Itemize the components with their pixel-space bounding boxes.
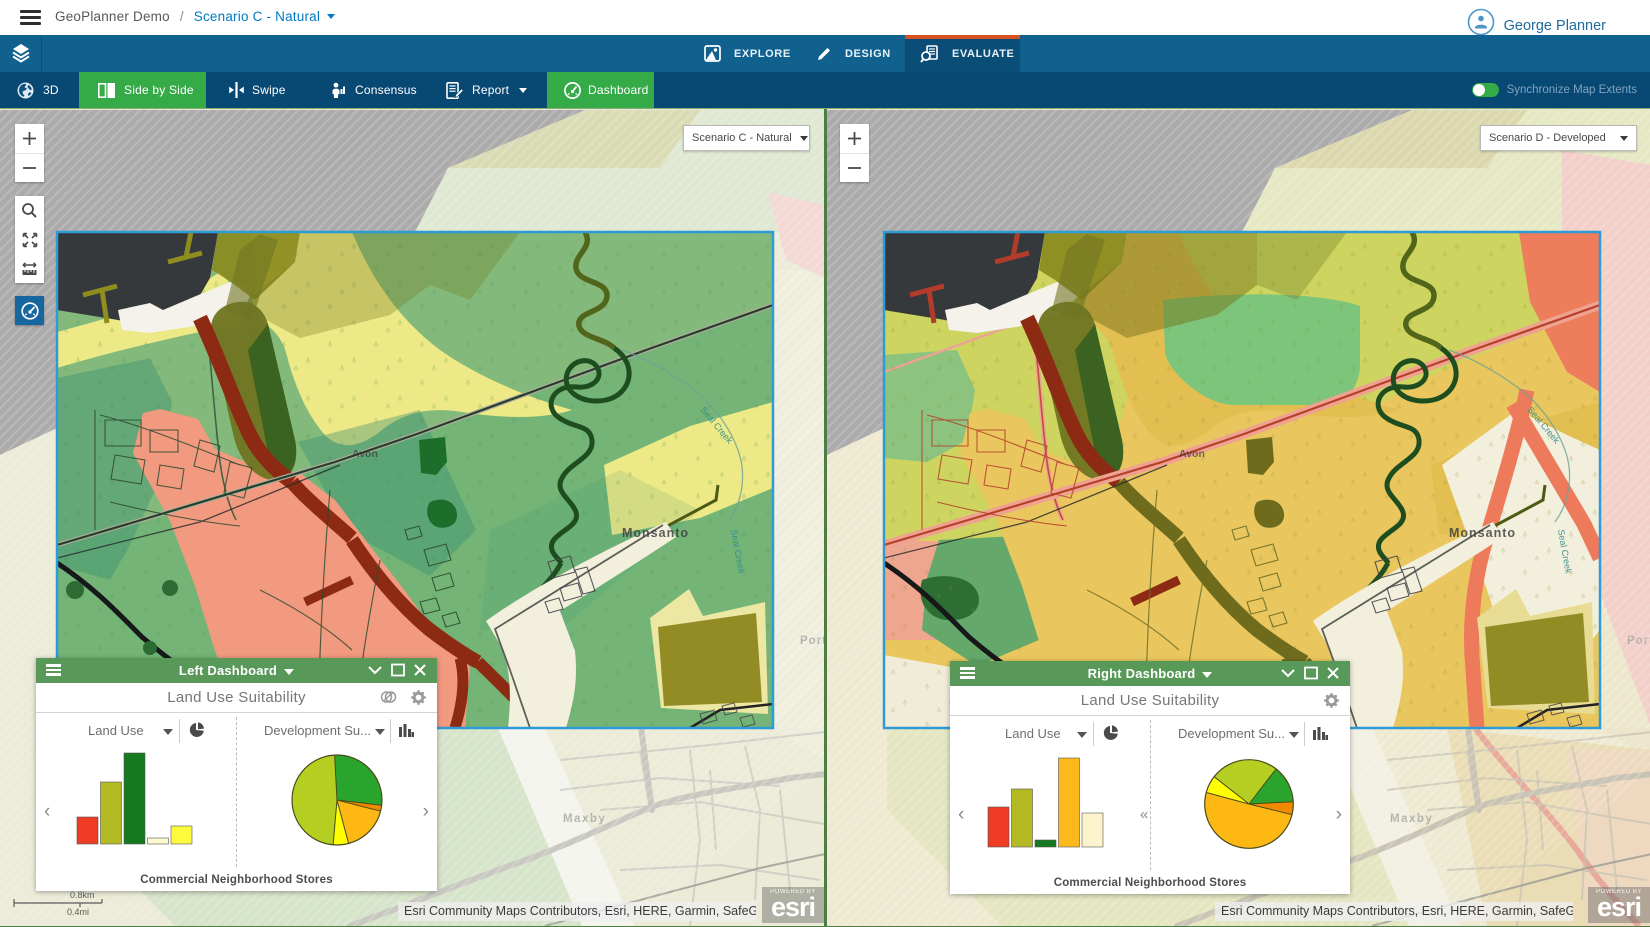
svg-text:Avon: Avon [352,448,378,460]
svg-text:Monsanto: Monsanto [1449,526,1516,540]
svg-text:Avon: Avon [1179,448,1205,460]
svg-text:Monsanto: Monsanto [622,526,689,540]
